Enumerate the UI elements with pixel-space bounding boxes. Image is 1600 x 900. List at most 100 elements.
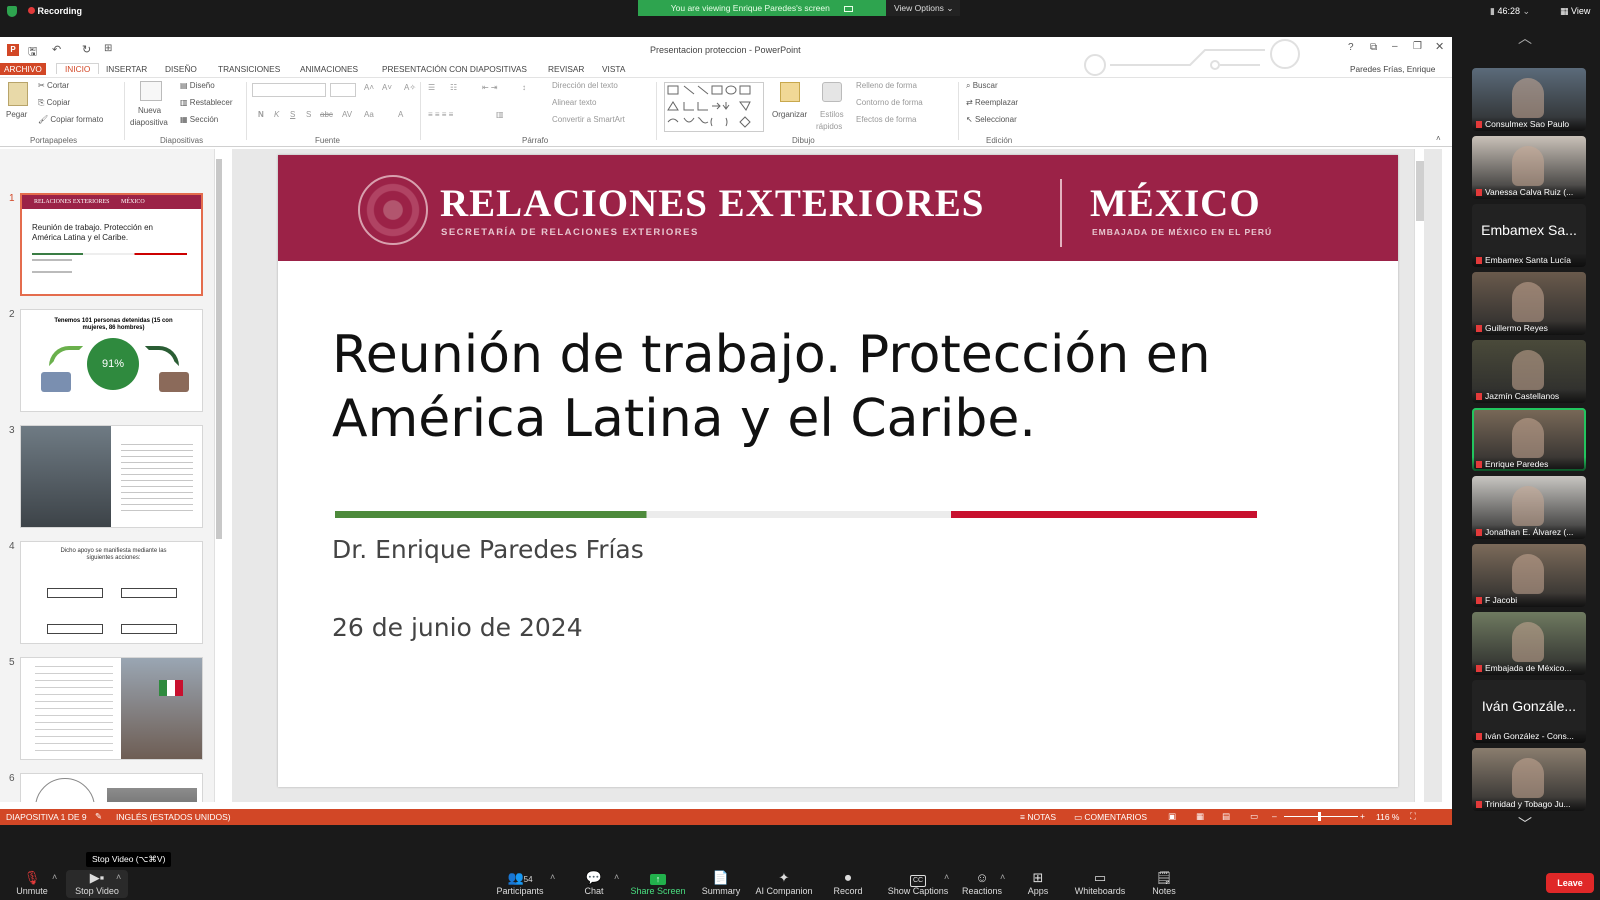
apps-button[interactable]: ⊞ Apps <box>1008 870 1068 896</box>
text-direction-button[interactable]: Dirección del texto <box>552 81 618 90</box>
new-slide-button[interactable]: Nueva <box>138 106 161 115</box>
normal-view-icon[interactable]: ▣ <box>1168 811 1176 822</box>
minimize-icon[interactable]: – <box>1392 41 1398 52</box>
ribbon-display-icon[interactable]: ⧉ <box>1370 42 1377 53</box>
save-icon[interactable]: 🖫 <box>28 43 37 62</box>
comments-button[interactable]: ▭ COMENTARIOS <box>1074 812 1147 823</box>
summary-button[interactable]: 📄 Summary <box>691 870 751 896</box>
tab-presentacion[interactable]: PRESENTACIÓN CON DIAPOSITIVAS <box>382 64 527 74</box>
replace-button[interactable]: ⇄ Reemplazar <box>966 98 1018 107</box>
ai-companion-button[interactable]: ✦ AI Companion <box>748 870 820 896</box>
record-button[interactable]: ⏺ Record <box>818 870 878 896</box>
zoom-in-icon[interactable]: + <box>1360 811 1365 821</box>
shape-outline-button[interactable]: Contorno de forma <box>856 98 923 107</box>
language-indicator[interactable]: INGLÉS (ESTADOS UNIDOS) <box>116 812 231 822</box>
collapse-ribbon-icon[interactable]: ˄ <box>1436 134 1441 143</box>
gallery-down-chevron-icon[interactable]: ﹀ <box>1518 814 1532 834</box>
bold-icon[interactable]: N <box>258 110 264 119</box>
cut-button[interactable]: ✂ Cortar <box>38 81 69 90</box>
font-size-input[interactable] <box>330 83 356 97</box>
gallery-up-chevron-icon[interactable]: ︿ <box>1518 28 1532 48</box>
participant-tile[interactable]: Vanessa Calva Ruiz (... <box>1472 136 1586 199</box>
notes-button[interactable]: 🗒 Notes <box>1134 870 1194 896</box>
participant-tile[interactable]: Trinidad y Tobago Ju... <box>1472 748 1586 811</box>
share-screen-button[interactable]: ↑ Share Screen <box>628 870 688 896</box>
participant-tile[interactable]: Embamex Sa... Embamex Santa Lucía <box>1472 204 1586 267</box>
shapes-gallery[interactable] <box>664 82 764 132</box>
align-left-icon[interactable]: ≡ ≡ ≡ ≡ <box>428 110 453 119</box>
tab-revisar[interactable]: REVISAR <box>548 64 584 74</box>
thumbs-scrollbar[interactable] <box>214 149 222 802</box>
indent-icon[interactable]: ⇤ ⇥ <box>482 83 498 92</box>
new-slide-button-line2[interactable]: diapositiva <box>130 118 168 127</box>
zoom-out-icon[interactable]: – <box>1272 811 1277 821</box>
layout-button[interactable]: ▤ Diseño <box>180 81 215 90</box>
slide-thumbnail-3[interactable] <box>20 425 203 528</box>
restore-icon[interactable]: ❐ <box>1413 41 1422 52</box>
reading-view-icon[interactable]: ▤ <box>1222 811 1230 822</box>
tab-diseno[interactable]: DISEÑO <box>165 64 197 74</box>
participants-button[interactable]: 👥54 Participants <box>490 870 550 896</box>
participant-tile[interactable]: F Jacobi <box>1472 544 1586 607</box>
slide-scrollbar-thumb[interactable] <box>1416 161 1424 221</box>
undo-icon[interactable]: ↶ <box>52 43 61 56</box>
font-name-input[interactable] <box>252 83 326 97</box>
zoom-slider-handle[interactable] <box>1318 812 1321 821</box>
tab-vista[interactable]: VISTA <box>602 64 625 74</box>
spacing-icon[interactable]: AV <box>342 110 352 119</box>
spellcheck-icon[interactable]: ✎ <box>95 811 102 822</box>
clear-format-icon[interactable]: A✧ <box>404 83 416 92</box>
participant-tile[interactable]: Guillermo Reyes <box>1472 272 1586 335</box>
select-button[interactable]: ↖ Seleccionar <box>966 115 1017 124</box>
slide-thumbnail-5[interactable] <box>20 657 203 760</box>
underline-icon[interactable]: S <box>290 110 295 119</box>
zoom-slider[interactable] <box>1284 812 1358 821</box>
section-button[interactable]: ▦ Sección <box>180 115 218 124</box>
find-button[interactable]: ⌕ Buscar <box>966 81 998 91</box>
italic-icon[interactable]: K <box>274 110 279 119</box>
new-slide-icon[interactable] <box>140 81 162 101</box>
participant-tile[interactable]: Consulmex Sao Paulo <box>1472 68 1586 131</box>
video-options-icon[interactable]: ˄ <box>116 872 121 882</box>
close-icon[interactable]: ✕ <box>1435 40 1444 53</box>
notes-button[interactable]: ≡ NOTAS <box>1020 812 1056 822</box>
quick-styles-button[interactable]: Estilos <box>820 110 844 119</box>
sorter-view-icon[interactable]: ▦ <box>1196 811 1204 822</box>
slide-thumbnail-2[interactable]: Tenemos 101 personas detenidas (15 con m… <box>20 309 203 412</box>
start-slideshow-icon[interactable]: ⊞ <box>104 43 112 54</box>
slideshow-view-icon[interactable]: ▭ <box>1250 811 1258 822</box>
slide-thumbnails-pane[interactable]: 1 RELACIONES EXTERIORES MÉXICO Reunión d… <box>0 149 222 802</box>
slide-scrollbar[interactable] <box>1414 149 1424 802</box>
numbering-icon[interactable]: ☷ <box>450 83 457 92</box>
zoom-level[interactable]: 116 % <box>1376 812 1399 822</box>
thumbs-scrollbar-thumb[interactable] <box>216 159 222 539</box>
slide-title[interactable]: Reunión de trabajo. Protección en Améric… <box>332 323 1211 451</box>
slide-thumbnail-1[interactable]: RELACIONES EXTERIORES MÉXICO Reunión de … <box>20 193 203 296</box>
participant-tile[interactable]: Iván Gonzále... Iván González - Cons... <box>1472 680 1586 743</box>
shape-fill-button[interactable]: Relleno de forma <box>856 81 917 90</box>
leave-button[interactable]: Leave <box>1546 873 1594 893</box>
format-painter-button[interactable]: 🖌 Copiar formato <box>38 115 103 124</box>
font-size-decrease-icon[interactable]: A˅ <box>382 83 392 92</box>
participants-options-icon[interactable]: ˄ <box>550 872 555 882</box>
slide-author[interactable]: Dr. Enrique Paredes Frías <box>332 535 644 564</box>
view-button[interactable]: ▦ View <box>1560 6 1590 17</box>
chat-options-icon[interactable]: ˄ <box>614 872 619 882</box>
recording-indicator[interactable]: Recording <box>28 6 82 16</box>
font-color-icon[interactable]: A <box>398 110 403 119</box>
captions-options-icon[interactable]: ˄ <box>944 872 949 882</box>
copy-button[interactable]: ⎘ Copiar <box>38 98 70 108</box>
participant-tile[interactable]: Embajada de México... <box>1472 612 1586 675</box>
participant-tile[interactable]: Jazmín Castellanos <box>1472 340 1586 403</box>
paste-button[interactable]: Pegar <box>6 110 27 119</box>
fit-slide-icon[interactable]: ⛶ <box>1410 811 1416 822</box>
reactions-options-icon[interactable]: ˄ <box>1000 872 1005 882</box>
font-size-increase-icon[interactable]: A˄ <box>364 83 374 92</box>
help-icon[interactable]: ? <box>1348 42 1354 53</box>
reset-button[interactable]: ▥ Restablecer <box>180 98 232 107</box>
smartart-button[interactable]: Convertir a SmartArt <box>552 115 625 124</box>
tab-inicio[interactable]: INICIO <box>56 63 100 74</box>
bullets-icon[interactable]: ☰ <box>428 83 435 92</box>
tab-transiciones[interactable]: TRANSICIONES <box>218 64 280 74</box>
current-slide[interactable]: RELACIONES EXTERIORES SECRETARÍA DE RELA… <box>278 155 1398 787</box>
